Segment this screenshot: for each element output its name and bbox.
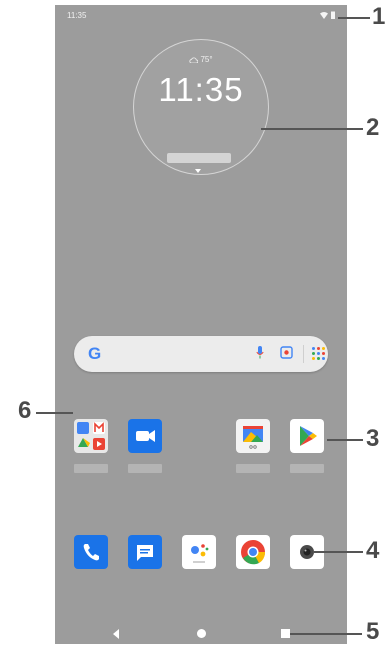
callout-line-5 bbox=[290, 633, 362, 635]
callout-line-4 bbox=[313, 551, 363, 553]
status-icons bbox=[320, 11, 335, 19]
app-label-photo-frame bbox=[236, 464, 270, 473]
assistant-app[interactable] bbox=[182, 535, 216, 569]
back-button[interactable] bbox=[113, 629, 119, 639]
app-label-google-folder bbox=[74, 464, 108, 473]
google-logo[interactable]: G bbox=[88, 344, 101, 364]
home-button[interactable] bbox=[197, 629, 206, 638]
play-store-app[interactable] bbox=[290, 419, 324, 453]
folder-icon bbox=[74, 419, 108, 453]
wifi-icon bbox=[320, 11, 328, 19]
weather-temp: 75° bbox=[200, 55, 213, 64]
callout-line-2 bbox=[261, 128, 363, 130]
assistant-icon bbox=[182, 535, 216, 569]
clock-time[interactable]: 11:35 bbox=[55, 71, 347, 109]
meet-app[interactable] bbox=[128, 419, 162, 453]
phone-app[interactable] bbox=[74, 535, 108, 569]
video-camera-icon bbox=[128, 419, 162, 453]
recents-button[interactable] bbox=[281, 629, 290, 638]
callout-1: 1 bbox=[372, 3, 385, 30]
cloud-icon bbox=[189, 57, 199, 64]
weather-readout[interactable]: 75° bbox=[55, 55, 347, 64]
photo-frame-app[interactable] bbox=[236, 419, 270, 453]
date-placeholder bbox=[167, 153, 231, 163]
apps-grid-icon[interactable] bbox=[312, 347, 325, 360]
status-bar: 11:35 bbox=[55, 5, 347, 27]
search-divider bbox=[303, 345, 304, 363]
lens-icon[interactable] bbox=[280, 346, 293, 359]
callout-6: 6 bbox=[18, 397, 32, 424]
callout-line-6 bbox=[36, 412, 73, 414]
chrome-icon bbox=[236, 535, 270, 569]
callout-3: 3 bbox=[366, 425, 380, 452]
callout-line-1 bbox=[338, 17, 370, 19]
callout-2: 2 bbox=[366, 114, 380, 141]
phone-icon bbox=[74, 535, 108, 569]
phone-screen: 11:35 75° 11:35 G bbox=[55, 5, 347, 644]
callout-line-3 bbox=[327, 439, 363, 441]
google-search-bar[interactable]: G bbox=[74, 336, 328, 372]
photo-frame-icon bbox=[236, 419, 270, 453]
messages-icon bbox=[128, 535, 162, 569]
google-apps-folder[interactable] bbox=[74, 419, 108, 453]
callout-4: 4 bbox=[366, 537, 380, 564]
play-store-icon bbox=[290, 419, 324, 453]
callout-5: 5 bbox=[366, 618, 380, 645]
app-label-meet bbox=[128, 464, 162, 473]
messages-app[interactable] bbox=[128, 535, 162, 569]
battery-icon bbox=[331, 11, 335, 19]
chrome-app[interactable] bbox=[236, 535, 270, 569]
app-label-play-store bbox=[290, 464, 324, 473]
mic-icon[interactable] bbox=[256, 346, 264, 360]
chevron-down-icon[interactable] bbox=[195, 169, 201, 173]
status-time: 11:35 bbox=[67, 11, 87, 20]
